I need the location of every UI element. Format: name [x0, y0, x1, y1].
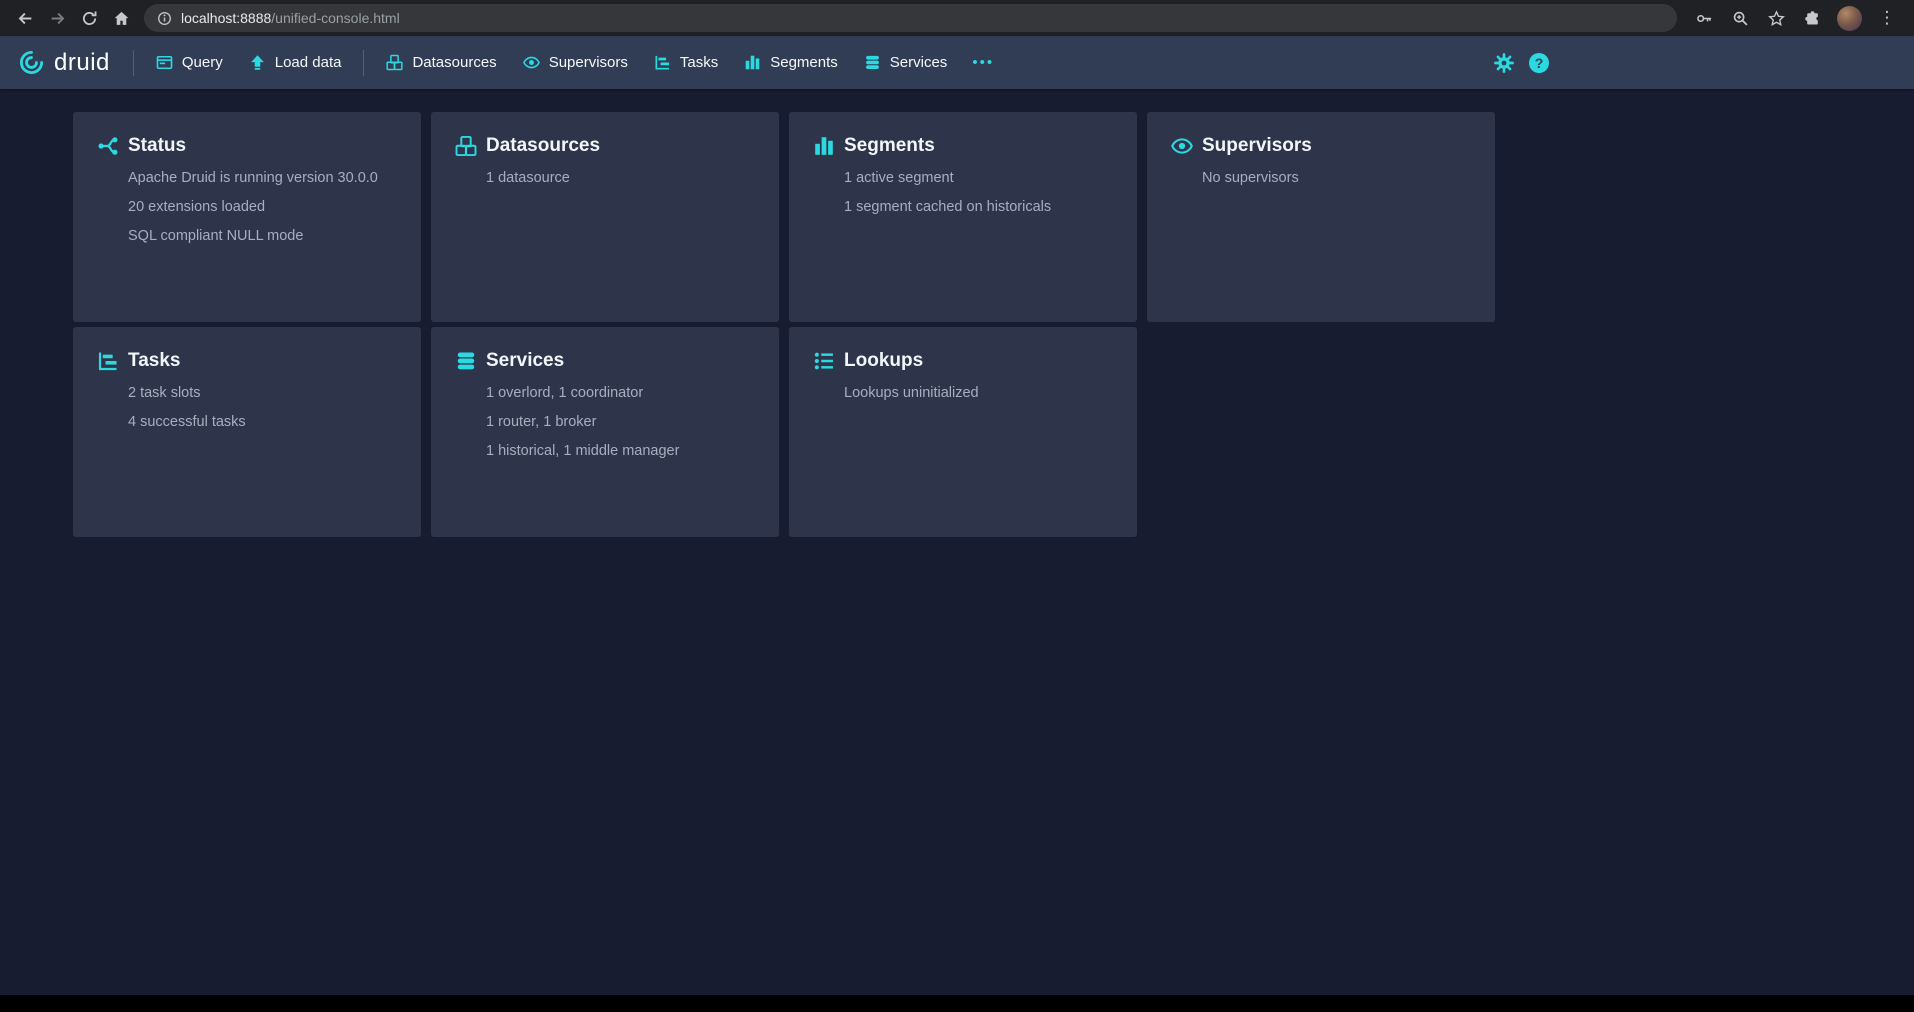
card-line: 1 overlord, 1 coordinator	[486, 385, 755, 402]
home-view: Status Apache Druid is running version 3…	[0, 89, 1914, 995]
segments-chart-icon	[744, 54, 761, 71]
toolbar-right: ⋮	[1689, 3, 1904, 33]
forward-arrow-icon	[49, 10, 66, 27]
nav-label: Query	[182, 54, 223, 71]
segments-chart-icon	[813, 135, 835, 157]
bottom-strip	[0, 995, 1914, 1012]
nav-label: Datasources	[412, 54, 496, 71]
supervisors-eye-icon	[1171, 135, 1193, 157]
card-line: 1 datasource	[486, 170, 755, 187]
card-line: 1 active segment	[844, 170, 1113, 187]
forward-button[interactable]	[42, 3, 72, 33]
tasks-gantt-icon	[654, 54, 671, 71]
datasources-icon	[386, 54, 403, 71]
browser-toolbar: localhost:8888/unified-console.html ⋮	[0, 0, 1914, 36]
puzzle-icon	[1804, 10, 1821, 27]
profile-avatar[interactable]	[1837, 6, 1862, 31]
extensions-button[interactable]	[1797, 3, 1827, 33]
card-line: 1 historical, 1 middle manager	[486, 443, 755, 460]
query-icon	[156, 54, 173, 71]
tasks-gantt-icon	[97, 350, 119, 372]
url-text: localhost:8888/unified-console.html	[181, 10, 400, 26]
browser-menu-button[interactable]: ⋮	[1872, 3, 1902, 33]
navbar-right: ?	[1493, 36, 1549, 89]
datasources-icon	[455, 135, 477, 157]
magnifier-icon	[1732, 10, 1749, 27]
nav-item-services[interactable]: Services	[851, 36, 961, 89]
load-data-icon	[249, 54, 266, 71]
password-manager-button[interactable]	[1689, 3, 1719, 33]
nav-item-load-data[interactable]: Load data	[236, 36, 355, 89]
services-database-icon	[864, 54, 881, 71]
druid-navbar: druid Query Load data Datasources Superv…	[0, 36, 1914, 89]
supervisors-eye-icon	[523, 54, 540, 71]
back-button[interactable]	[10, 3, 40, 33]
card-line: No supervisors	[1202, 170, 1471, 187]
card-line: SQL compliant NULL mode	[128, 228, 397, 245]
url-host: localhost:8888	[181, 10, 271, 26]
help-button[interactable]: ?	[1529, 53, 1549, 73]
services-card[interactable]: Services 1 overlord, 1 coordinator 1 rou…	[431, 327, 779, 537]
card-line: 2 task slots	[128, 385, 397, 402]
card-title: Datasources	[486, 135, 600, 157]
zoom-button[interactable]	[1725, 3, 1755, 33]
card-line: 1 segment cached on historicals	[844, 199, 1113, 216]
card-line: 4 successful tasks	[128, 414, 397, 431]
reload-button[interactable]	[74, 3, 104, 33]
nav-label: Tasks	[680, 54, 718, 71]
back-arrow-icon	[17, 10, 34, 27]
nav-item-segments[interactable]: Segments	[731, 36, 851, 89]
lookups-properties-icon	[813, 350, 835, 372]
nav-item-query[interactable]: Query	[143, 36, 236, 89]
address-bar[interactable]: localhost:8888/unified-console.html	[144, 4, 1677, 32]
home-icon	[113, 10, 130, 27]
url-path: /unified-console.html	[271, 10, 399, 26]
key-icon	[1696, 10, 1713, 27]
navbar-divider	[363, 50, 364, 76]
gear-icon	[1493, 52, 1515, 74]
card-title: Supervisors	[1202, 135, 1312, 157]
card-line: Lookups uninitialized	[844, 385, 1113, 402]
nav-more-button[interactable]: •••	[960, 36, 1006, 89]
navbar-divider	[133, 50, 134, 76]
druid-logo[interactable]: druid	[18, 49, 124, 77]
nav-label: Services	[890, 54, 948, 71]
druid-spiral-icon	[18, 49, 45, 76]
settings-button[interactable]	[1493, 52, 1515, 74]
services-database-icon	[455, 350, 477, 372]
card-title: Services	[486, 350, 564, 372]
bookmark-button[interactable]	[1761, 3, 1791, 33]
page-info-icon[interactable]	[157, 11, 172, 26]
nav-item-tasks[interactable]: Tasks	[641, 36, 731, 89]
status-fork-icon	[97, 135, 119, 157]
card-line: 1 router, 1 broker	[486, 414, 755, 431]
home-button[interactable]	[106, 3, 136, 33]
nav-label: Segments	[770, 54, 838, 71]
nav-item-datasources[interactable]: Datasources	[373, 36, 509, 89]
card-title: Tasks	[128, 350, 180, 372]
kebab-menu-icon: ⋮	[1879, 8, 1896, 28]
star-icon	[1768, 10, 1785, 27]
status-card[interactable]: Status Apache Druid is running version 3…	[73, 112, 421, 322]
supervisors-card[interactable]: Supervisors No supervisors	[1147, 112, 1495, 322]
card-line: 20 extensions loaded	[128, 199, 397, 216]
datasources-card[interactable]: Datasources 1 datasource	[431, 112, 779, 322]
nav-label: Load data	[275, 54, 342, 71]
card-title: Lookups	[844, 350, 923, 372]
card-line: Apache Druid is running version 30.0.0	[128, 170, 397, 187]
card-title: Segments	[844, 135, 935, 157]
lookups-card[interactable]: Lookups Lookups uninitialized	[789, 327, 1137, 537]
reload-icon	[81, 10, 98, 27]
nav-label: Supervisors	[549, 54, 628, 71]
segments-card[interactable]: Segments 1 active segment 1 segment cach…	[789, 112, 1137, 322]
tasks-card[interactable]: Tasks 2 task slots 4 successful tasks	[73, 327, 421, 537]
status-card-grid: Status Apache Druid is running version 3…	[73, 112, 1914, 537]
nav-item-supervisors[interactable]: Supervisors	[510, 36, 641, 89]
card-title: Status	[128, 135, 186, 157]
brand-text: druid	[54, 49, 110, 77]
